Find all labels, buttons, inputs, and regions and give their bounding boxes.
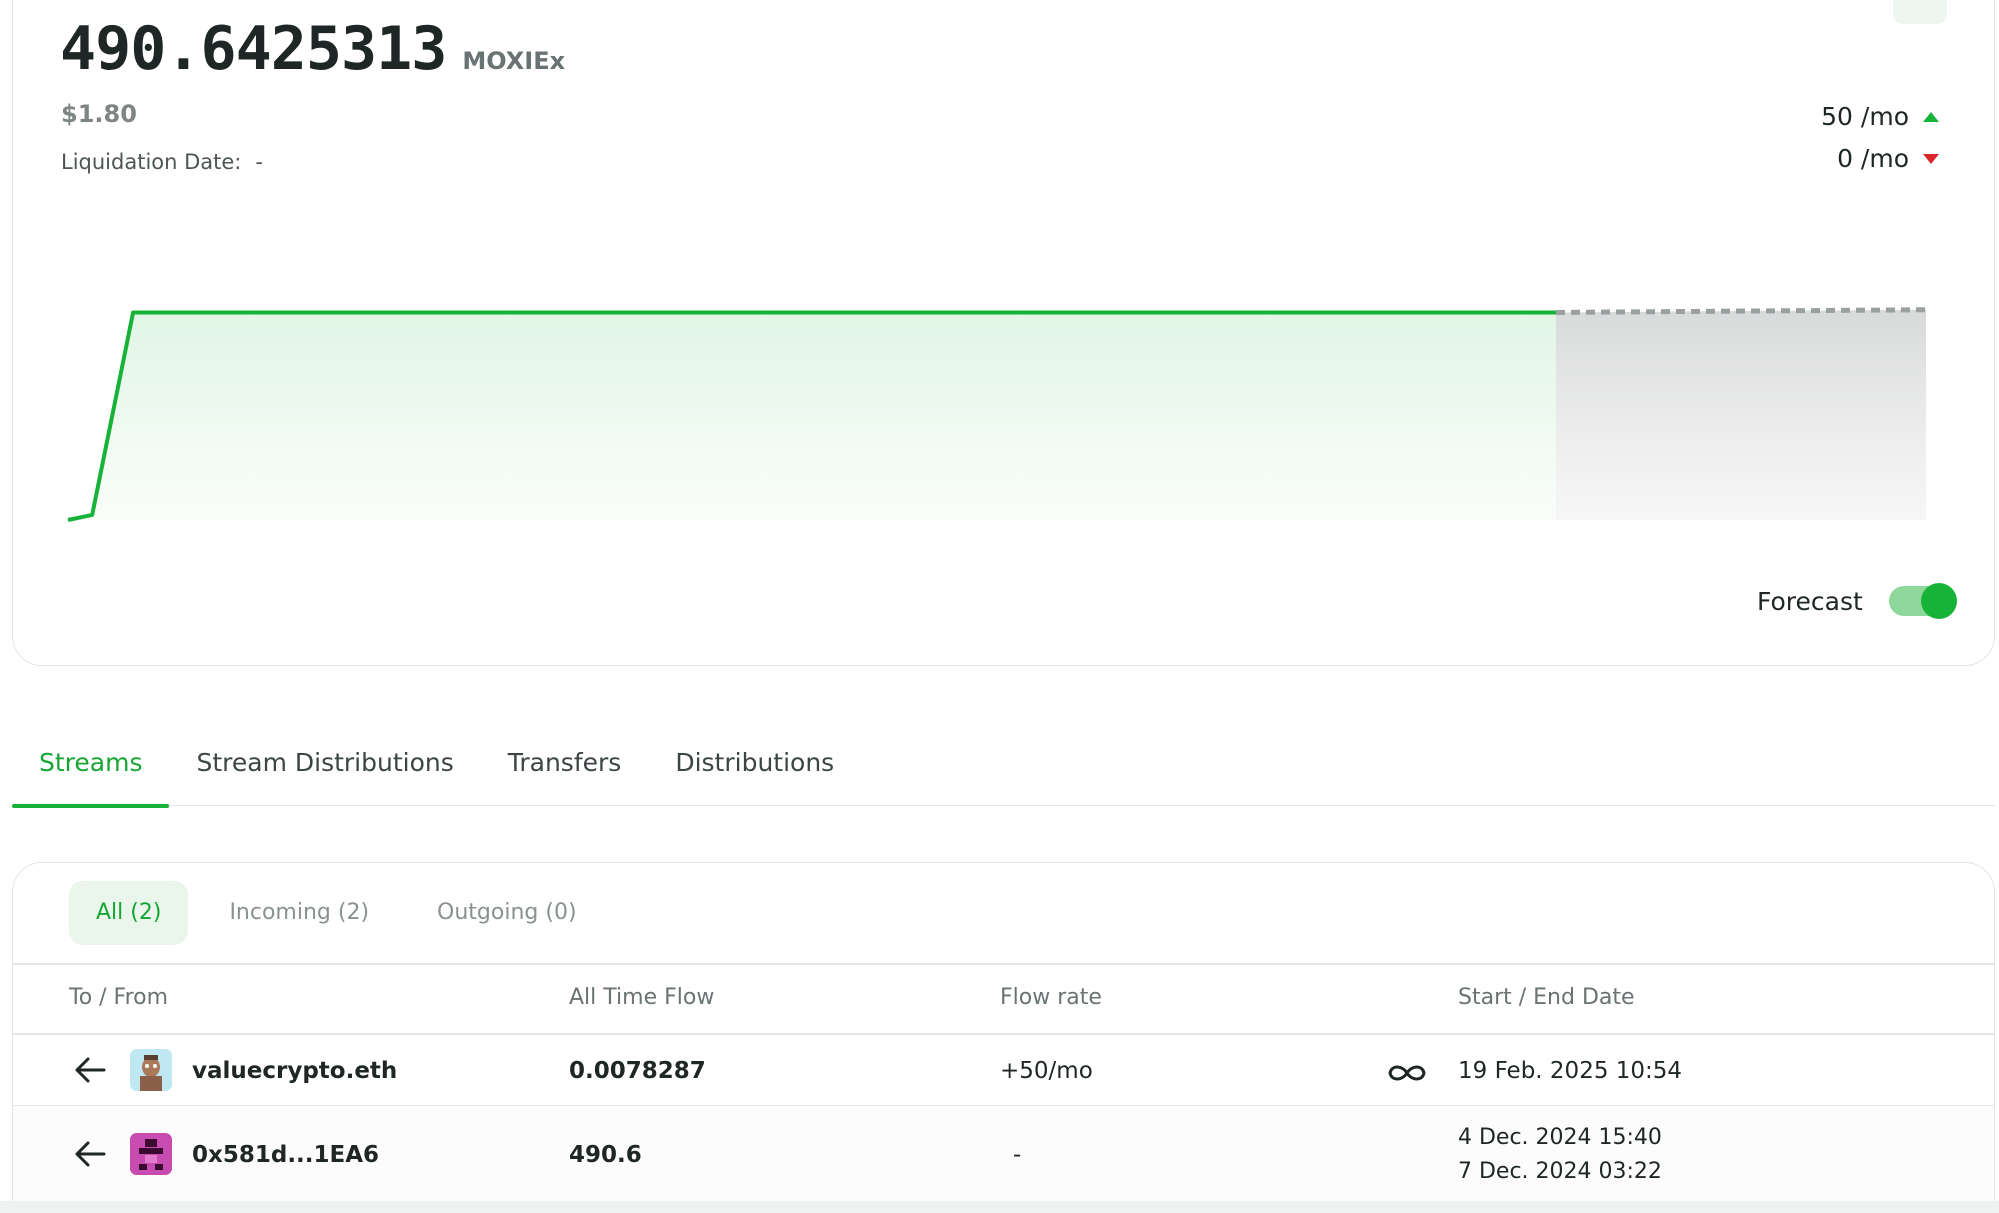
all-time-flow: 0.0078287 bbox=[569, 1058, 706, 1084]
start-date: 4 Dec. 2024 15:40 bbox=[1458, 1125, 1662, 1150]
outgoing-rate-value: 0 /mo bbox=[1837, 144, 1909, 173]
forecast-control: Forecast bbox=[1757, 583, 1957, 619]
filter-all[interactable]: All (2) bbox=[69, 881, 189, 945]
arrow-left-icon bbox=[75, 1141, 106, 1167]
divider bbox=[13, 1033, 1994, 1035]
end-date: 7 Dec. 2024 03:22 bbox=[1458, 1159, 1662, 1184]
balance-amount: 490.6425313 bbox=[60, 14, 447, 84]
usd-value: $1.80 bbox=[61, 100, 137, 128]
forecast-toggle[interactable] bbox=[1888, 583, 1957, 619]
all-time-flow: 490.6 bbox=[569, 1142, 642, 1168]
page-bottom-edge bbox=[0, 1201, 1999, 1213]
tab-bar: Streams Stream Distributions Transfers D… bbox=[12, 740, 1995, 808]
infinity-icon bbox=[1388, 1065, 1426, 1081]
header-all-time-flow: All Time Flow bbox=[569, 985, 715, 1010]
account-name[interactable]: valuecrypto.eth bbox=[192, 1058, 397, 1084]
incoming-rate: 50 /mo bbox=[1821, 102, 1939, 131]
toggle-knob bbox=[1920, 583, 1957, 619]
liquidation-value: - bbox=[255, 150, 263, 174]
liquidation-label: Liquidation Date: bbox=[61, 150, 242, 174]
forecast-label: Forecast bbox=[1757, 586, 1863, 616]
arrow-left-icon bbox=[75, 1057, 106, 1083]
card-action-button[interactable] bbox=[1893, 0, 1947, 24]
header-to-from: To / From bbox=[69, 985, 169, 1010]
account-address[interactable]: 0x581d...1EA6 bbox=[192, 1142, 379, 1168]
filter-bar: All (2) Incoming (2) Outgoing (0) bbox=[69, 881, 604, 945]
tab-stream-distributions[interactable]: Stream Distributions bbox=[169, 740, 480, 806]
start-date: 19 Feb. 2025 10:54 bbox=[1458, 1058, 1683, 1084]
filter-incoming[interactable]: Incoming (2) bbox=[202, 881, 396, 945]
tab-streams[interactable]: Streams bbox=[12, 740, 170, 808]
incoming-rate-value: 50 /mo bbox=[1821, 102, 1909, 131]
balance-row: 490.6425313 MOXIEx bbox=[60, 14, 565, 84]
flow-rate: - bbox=[1013, 1142, 1022, 1168]
tab-distributions[interactable]: Distributions bbox=[648, 740, 861, 806]
tab-transfers[interactable]: Transfers bbox=[481, 740, 649, 806]
header-flow-rate: Flow rate bbox=[1000, 985, 1102, 1010]
liquidation-date: Liquidation Date: - bbox=[61, 150, 277, 174]
arrow-down-icon bbox=[1923, 153, 1939, 164]
header-start-end-date: Start / End Date bbox=[1458, 985, 1635, 1010]
forecast-area bbox=[1556, 309, 1926, 520]
filter-outgoing[interactable]: Outgoing (0) bbox=[410, 881, 604, 945]
divider bbox=[13, 963, 1994, 965]
arrow-up-icon bbox=[1923, 111, 1939, 122]
avatar bbox=[130, 1049, 172, 1091]
streams-table-card: All (2) Incoming (2) Outgoing (0) To / F… bbox=[12, 862, 1995, 1213]
history-area bbox=[68, 312, 1556, 520]
balance-chart bbox=[67, 307, 1927, 522]
token-symbol: MOXIEx bbox=[462, 47, 566, 75]
avatar bbox=[130, 1133, 172, 1175]
flow-rate: +50/mo bbox=[1000, 1058, 1093, 1084]
outgoing-rate: 0 /mo bbox=[1837, 144, 1939, 173]
